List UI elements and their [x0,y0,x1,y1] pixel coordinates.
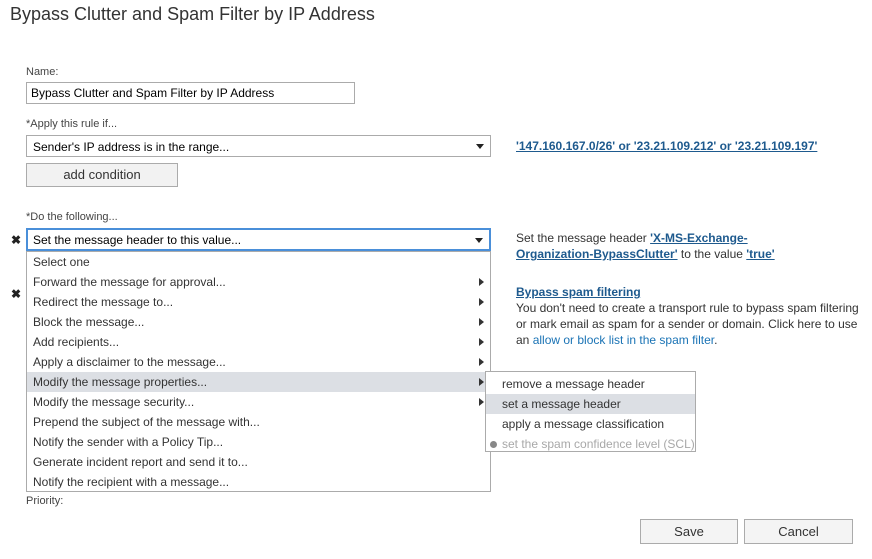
dropdown-item[interactable]: Add recipients... [27,332,490,352]
chevron-right-icon [479,338,484,346]
dropdown-item[interactable]: Redirect the message to... [27,292,490,312]
save-button[interactable]: Save [640,519,738,544]
action-1-desc-middle: to the value [677,247,747,261]
dropdown-item[interactable]: Select one [27,252,490,272]
header-value-link[interactable]: 'true' [746,247,774,261]
condition-select-value: Sender's IP address is in the range... [33,140,230,154]
action-dropdown-list: Select one Forward the message for appro… [26,251,491,492]
priority-label: Priority: [26,495,64,507]
submenu-item-set-scl: set the spam confidence level (SCL) [486,434,695,454]
chevron-right-icon [479,378,484,386]
ip-range-link[interactable]: '147.160.167.0/26' or '23.21.109.212' or… [516,139,817,153]
chevron-down-icon [476,144,484,149]
action-2-description: Bypass spam filtering You don't need to … [516,284,864,348]
add-condition-button[interactable]: add condition [26,163,178,187]
dropdown-item[interactable]: Generate incident report and send it to.… [27,452,490,472]
dropdown-item[interactable]: Block the message... [27,312,490,332]
chevron-right-icon [479,398,484,406]
chevron-right-icon [479,358,484,366]
action-1-desc-prefix: Set the message header [516,231,651,245]
modify-properties-submenu: remove a message header set a message he… [485,371,696,452]
action-2-desc-prefix: an [516,333,533,347]
bullet-icon [490,441,497,448]
action-select-value: Set the message header to this value... [33,233,242,247]
remove-action-2-icon[interactable]: ✖ [11,287,21,301]
apply-rule-label: *Apply this rule if... [26,118,118,130]
dropdown-item[interactable]: Modify the message security... [27,392,490,412]
page-title: Bypass Clutter and Spam Filter by IP Add… [10,4,375,24]
chevron-right-icon [479,318,484,326]
spam-filter-list-link[interactable]: allow or block list in the spam filter [533,333,714,347]
name-field[interactable] [26,82,355,104]
condition-select[interactable]: Sender's IP address is in the range... [26,135,491,157]
bypass-spam-link[interactable]: Bypass spam filtering [516,285,641,299]
chevron-down-icon [475,238,483,243]
do-following-label: *Do the following... [26,211,118,223]
condition-value: '147.160.167.0/26' or '23.21.109.212' or… [516,138,817,154]
cancel-button[interactable]: Cancel [744,519,853,544]
name-label: Name: [26,66,59,78]
dropdown-item[interactable]: Forward the message for approval... [27,272,490,292]
submenu-item-remove-header[interactable]: remove a message header [486,374,695,394]
chevron-right-icon [479,298,484,306]
chevron-right-icon [479,278,484,286]
dropdown-item[interactable]: Notify the recipient with a message... [27,472,490,492]
submenu-item-set-header[interactable]: set a message header [486,394,695,414]
dropdown-item[interactable]: Prepend the subject of the message with.… [27,412,490,432]
action-2-desc-text: You don't need to create a transport rul… [516,301,859,331]
dropdown-item[interactable]: Notify the sender with a Policy Tip... [27,432,490,452]
action-2-desc-suffix: . [714,333,718,347]
dropdown-item-modify-properties[interactable]: Modify the message properties... [27,372,490,392]
action-1-description: Set the message header 'X-MS-Exchange-Or… [516,230,816,262]
dropdown-item[interactable]: Apply a disclaimer to the message... [27,352,490,372]
remove-action-1-icon[interactable]: ✖ [11,233,21,247]
action-select[interactable]: Set the message header to this value... [26,228,491,251]
submenu-item-apply-classification[interactable]: apply a message classification [486,414,695,434]
